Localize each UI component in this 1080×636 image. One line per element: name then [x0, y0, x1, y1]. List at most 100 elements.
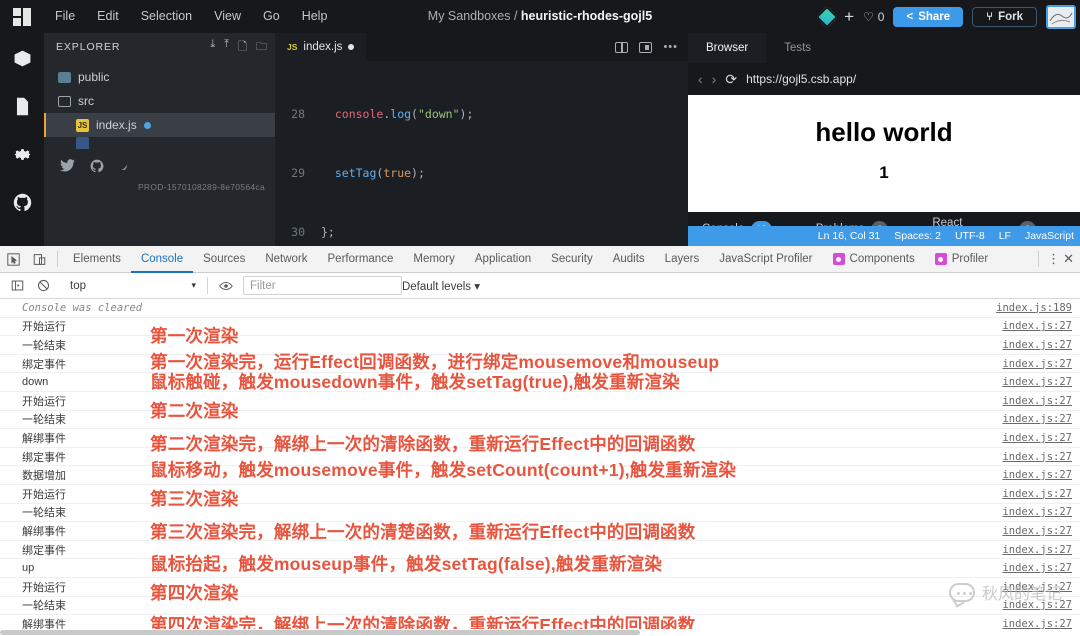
status-language-mode[interactable]: JavaScript	[1025, 230, 1074, 242]
line-number: 29	[291, 165, 305, 180]
console-source-link[interactable]: index.js:27	[1002, 451, 1072, 463]
console-message: 一轮结束	[22, 414, 66, 427]
annotation-text: 第三次渲染	[150, 489, 239, 509]
console-source-link[interactable]: index.js:27	[1002, 506, 1072, 518]
breadcrumb-sandbox-name: heuristic-rhodes-gojl5	[520, 9, 653, 23]
line-number: 30	[291, 224, 305, 239]
new-file-icon[interactable]: 🗋	[238, 38, 247, 57]
codesandbox-logo-icon[interactable]	[0, 0, 44, 33]
tab-javascript-profiler[interactable]: JavaScript Profiler	[709, 246, 822, 273]
inspect-element-icon[interactable]	[0, 246, 26, 273]
more-options-icon[interactable]: •••	[663, 41, 678, 53]
sandbox-cube-icon[interactable]	[11, 47, 33, 69]
menu-item-file[interactable]: File	[44, 0, 86, 33]
tab-layers[interactable]: Layers	[655, 246, 710, 273]
editor-tab-index-js[interactable]: JS index.js	[275, 33, 367, 61]
reload-icon[interactable]: ⟳	[725, 71, 737, 88]
new-sandbox-icon[interactable]: +	[844, 8, 854, 25]
console-toolbar: top ▾ Filter Default levels ▾	[0, 273, 1080, 299]
annotation-text: 鼠标触碰，触发mousedown事件，触发setTag(true),触发重新渲染	[150, 372, 680, 392]
log-levels-select[interactable]: Default levels ▾	[402, 279, 480, 293]
menu-item-edit[interactable]: Edit	[86, 0, 130, 33]
toggle-preview-icon[interactable]	[639, 41, 653, 53]
tab-profiler[interactable]: Profiler	[925, 246, 998, 273]
status-cursor-position[interactable]: Ln 16, Col 31	[818, 230, 880, 242]
sandbox-status-icon[interactable]	[815, 5, 839, 28]
execution-context-select[interactable]: top ▾	[62, 276, 202, 295]
status-eol[interactable]: LF	[999, 230, 1011, 242]
preview-viewport[interactable]: hello world 1	[688, 95, 1080, 212]
explorer-panel: EXPLORER ⤓ ⤒ 🗋 🗀 public src JS index.js …	[44, 33, 275, 246]
discord-icon[interactable]	[119, 159, 132, 176]
new-folder-icon[interactable]: 🗀	[256, 38, 267, 57]
console-source-link[interactable]: index.js:27	[1002, 358, 1072, 370]
console-source-link[interactable]: index.js:27	[1002, 320, 1072, 332]
tab-sources[interactable]: Sources	[193, 246, 255, 273]
tab-elements[interactable]: Elements	[63, 246, 131, 273]
tab-profiler-label: Profiler	[951, 252, 989, 265]
console-output[interactable]: Console was cleared index.js:189 开始运行 inde…	[0, 299, 1080, 636]
scrollbar-thumb[interactable]	[0, 630, 640, 635]
upload-icon[interactable]: ⤒	[224, 38, 229, 57]
live-expression-eye-icon[interactable]	[213, 273, 239, 299]
console-source-link[interactable]: index.js:27	[1002, 413, 1072, 425]
console-filter-input[interactable]: Filter	[243, 276, 402, 295]
status-encoding[interactable]: UTF-8	[955, 230, 985, 242]
annotation-text: 第三次渲染完，解绑上一次的清楚函数，重新运行Effect中的回调函数	[150, 522, 696, 542]
console-row[interactable]: Console was cleared index.js:189	[0, 299, 1080, 318]
status-indentation[interactable]: Spaces: 2	[894, 230, 941, 242]
tab-network[interactable]: Network	[255, 246, 317, 273]
gear-icon[interactable]	[11, 143, 33, 165]
share-button[interactable]: < Share	[893, 6, 964, 27]
console-source-link[interactable]: index.js:27	[1002, 488, 1072, 500]
annotation-text: 第二次渲染完，解绑上一次的清除函数，重新运行Effect中的回调函数	[150, 434, 696, 454]
tab-browser[interactable]: Browser	[688, 33, 767, 63]
console-source-link[interactable]: index.js:27	[1002, 339, 1072, 351]
menu-item-view[interactable]: View	[203, 0, 252, 33]
back-icon[interactable]: ‹	[698, 71, 703, 87]
file-tree-item-index-js[interactable]: JS index.js	[44, 113, 275, 137]
download-icon[interactable]: ⤓	[210, 38, 215, 57]
console-source-link[interactable]: index.js:27	[1002, 469, 1072, 481]
tab-tests[interactable]: Tests	[766, 33, 829, 63]
tab-application[interactable]: Application	[465, 246, 541, 273]
menu-item-selection[interactable]: Selection	[130, 0, 203, 33]
forward-icon[interactable]: ›	[712, 71, 717, 87]
github-icon[interactable]	[90, 159, 104, 176]
tab-components[interactable]: Components	[823, 246, 925, 273]
tab-memory[interactable]: Memory	[403, 246, 465, 273]
tab-security[interactable]: Security	[541, 246, 603, 273]
like-counter[interactable]: ♡ 0	[863, 10, 884, 24]
horizontal-scrollbar[interactable]	[0, 629, 1080, 636]
clear-console-icon[interactable]	[30, 273, 56, 299]
console-source-link[interactable]: index.js:27	[1002, 376, 1072, 388]
url-input[interactable]: https://gojl5.csb.app/	[746, 72, 856, 86]
file-tree-item-public[interactable]: public	[44, 65, 275, 89]
console-source-link[interactable]: index.js:189	[996, 302, 1072, 314]
console-source-link[interactable]: index.js:27	[1002, 562, 1072, 574]
file-icon	[76, 137, 89, 149]
files-icon[interactable]	[11, 95, 33, 117]
more-tools-icon[interactable]: ⋮	[1047, 252, 1060, 265]
menu-item-help[interactable]: Help	[291, 0, 339, 33]
close-icon[interactable]: ✕	[1063, 251, 1074, 267]
console-source-link[interactable]: index.js:27	[1002, 544, 1072, 556]
github-icon[interactable]	[11, 191, 33, 213]
tab-audits[interactable]: Audits	[603, 246, 655, 273]
twitter-icon[interactable]	[60, 159, 75, 176]
console-message: 一轮结束	[22, 507, 66, 520]
split-editor-icon[interactable]	[615, 41, 629, 53]
file-tree-item-partial[interactable]	[44, 137, 275, 149]
file-tree-item-src[interactable]: src	[44, 89, 275, 113]
console-source-link[interactable]: index.js:27	[1002, 525, 1072, 537]
console-source-link[interactable]: index.js:27	[1002, 395, 1072, 407]
avatar[interactable]	[1046, 4, 1076, 29]
console-sidebar-icon[interactable]	[4, 273, 30, 299]
fork-button[interactable]: ⑂ Fork	[972, 6, 1037, 27]
breadcrumb-prefix: My Sandboxes /	[427, 9, 521, 23]
menu-item-go[interactable]: Go	[252, 0, 291, 33]
tab-performance[interactable]: Performance	[318, 246, 404, 273]
tab-console[interactable]: Console	[131, 246, 193, 273]
console-source-link[interactable]: index.js:27	[1002, 432, 1072, 444]
device-toolbar-icon[interactable]	[26, 246, 52, 273]
